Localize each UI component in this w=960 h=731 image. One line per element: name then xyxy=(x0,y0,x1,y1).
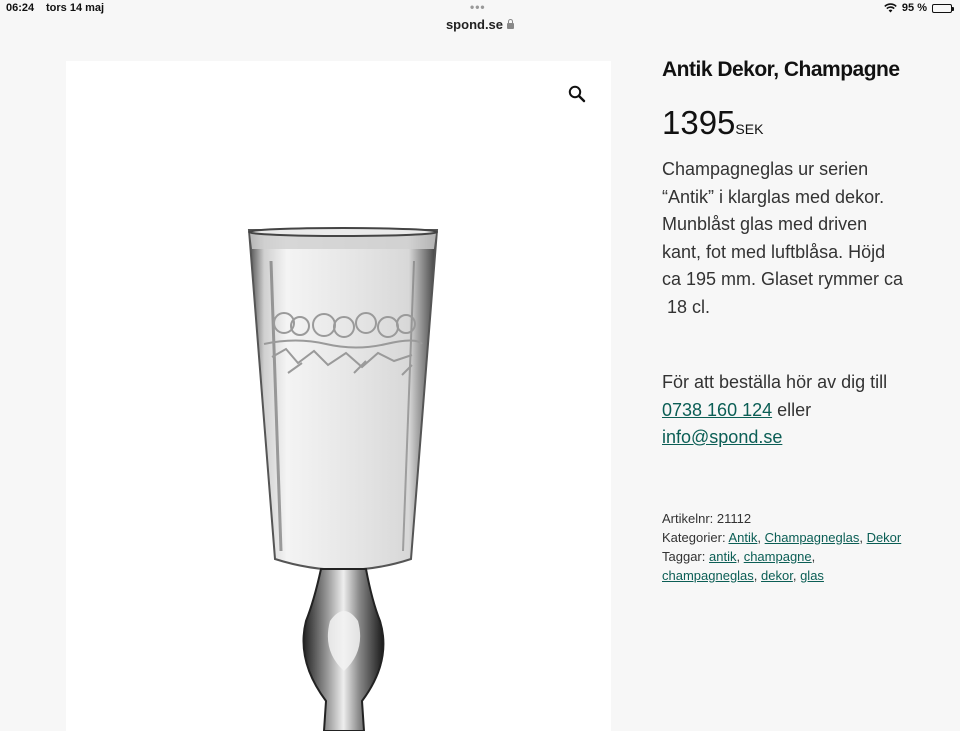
product-title: Antik Dekor, Champagne xyxy=(662,58,900,81)
sku-value: 21112 xyxy=(716,510,752,526)
status-time: 06:24 xyxy=(6,2,35,14)
product-summary: Antik Dekor, Champagne 1395SEK Champagne… xyxy=(662,58,922,585)
description-line: 18 cl. xyxy=(662,296,711,317)
battery-percent: 95 % xyxy=(901,2,927,14)
tags-row: Taggar: antik, champagne, xyxy=(662,548,816,564)
price-currency: SEK xyxy=(735,121,764,137)
url-text: spond.se xyxy=(445,17,504,32)
description-line: Champagneglas ur serien xyxy=(662,159,869,179)
price-amount: 1395 xyxy=(662,104,736,141)
sku-label: Artikelnr: xyxy=(662,510,714,526)
product-price: 1395SEK xyxy=(662,104,922,142)
description-line: kant, fot med luftblåsa. Höjd xyxy=(662,241,886,262)
category-link[interactable]: Dekor xyxy=(867,530,902,545)
product-description: Champagneglas ur serien “Antik” i klargl… xyxy=(662,156,922,321)
description-line: Munblåst glas med driven xyxy=(662,214,868,234)
order-text: För att beställa hör av dig till xyxy=(662,372,888,392)
product-meta: Artikelnr: 21112 Kategorier: Antik, Cham… xyxy=(662,509,922,585)
address-bar[interactable]: spond.se xyxy=(0,17,960,32)
categories-row: Kategorier: Antik, Champagneglas, Dekor xyxy=(662,529,902,545)
description-line: “Antik” i klarglas med dekor. xyxy=(662,186,885,207)
tags-label: Taggar: xyxy=(662,548,706,564)
phone-link[interactable]: 0738 160 124 xyxy=(662,400,772,420)
tag-link[interactable]: antik xyxy=(709,549,736,564)
tag-link[interactable]: champagneglas xyxy=(662,568,754,583)
tag-link[interactable]: champagne xyxy=(744,549,812,564)
battery-icon xyxy=(932,3,954,13)
category-link[interactable]: Champagneglas xyxy=(765,530,860,545)
tag-link[interactable]: dekor xyxy=(761,568,793,583)
sku-row: Artikelnr: 21112 xyxy=(662,509,922,528)
wifi-icon xyxy=(884,3,897,13)
order-info: För att beställa hör av dig till 0738 16… xyxy=(662,369,922,452)
status-bar: 06:24 tors 14 maj ••• 95 % xyxy=(0,0,960,18)
categories-label: Kategorier: xyxy=(662,529,726,545)
order-or-text: eller xyxy=(777,399,812,420)
product-image-panel[interactable] xyxy=(66,61,611,731)
tags-row-continued: champagneglas, dekor, glas xyxy=(662,567,824,583)
status-date: tors 14 maj xyxy=(46,2,105,14)
tag-link[interactable]: glas xyxy=(800,568,824,583)
description-line: ca 195 mm. Glaset rymmer ca xyxy=(662,269,904,289)
magnifier-icon[interactable] xyxy=(568,85,586,103)
email-link[interactable]: info@spond.se xyxy=(662,427,782,447)
multitasking-dots[interactable]: ••• xyxy=(470,0,486,14)
category-link[interactable]: Antik xyxy=(729,530,758,545)
lock-icon xyxy=(507,19,515,29)
product-image xyxy=(247,227,439,731)
status-indicators: 95 % xyxy=(884,2,954,14)
